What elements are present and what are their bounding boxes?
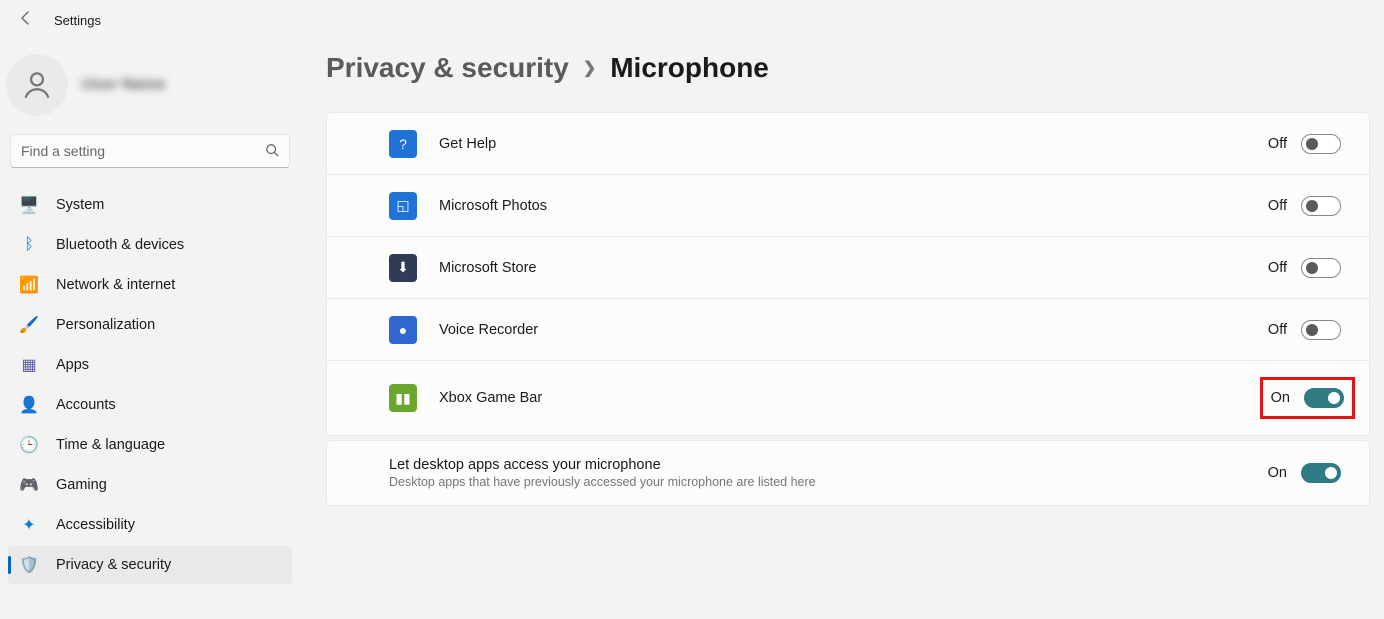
get-help-icon: ? [389,130,417,158]
breadcrumb-parent[interactable]: Privacy & security [326,52,569,84]
sidebar-item-accessibility[interactable]: ✦ Accessibility [8,506,292,544]
highlight-annotation: On [1260,377,1355,419]
toggle-state-label: On [1271,390,1290,406]
app-name: Get Help [439,136,1268,152]
network-internet-icon: 📶 [20,276,38,294]
user-name: User Name [82,76,166,94]
app-toggle[interactable] [1304,388,1344,408]
nav: 🖥️ System ᛒ Bluetooth & devices 📶 Network & i… [4,186,296,584]
arrow-left-icon [18,10,34,26]
accessibility-icon: ✦ [20,516,38,534]
avatar [6,54,68,116]
sidebar-item-label: System [56,197,104,213]
app-toggle[interactable] [1301,320,1341,340]
desktop-apps-toggle[interactable] [1301,463,1341,483]
accounts-icon: 👤 [20,396,38,414]
app-row-xbox-game-bar: ▮▮ Xbox Game Bar On [327,361,1369,435]
microsoft-photos-icon: ◱ [389,192,417,220]
chevron-right-icon: ❯ [583,58,596,78]
sidebar-item-personalization[interactable]: 🖌️ Personalization [8,306,292,344]
bluetooth-devices-icon: ᛒ [20,236,38,254]
sidebar-item-label: Network & internet [56,277,175,293]
sidebar-item-label: Privacy & security [56,557,171,573]
sidebar-item-label: Accessibility [56,517,135,533]
sidebar-item-bluetooth-devices[interactable]: ᛒ Bluetooth & devices [8,226,292,264]
app-list: ?Get HelpOff◱Microsoft PhotosOff⬇Microso… [326,112,1370,436]
app-row-voice-recorder: ● Voice RecorderOff [327,299,1369,361]
sidebar-item-accounts[interactable]: 👤 Accounts [8,386,292,424]
privacy-security-icon: 🛡️ [20,556,38,574]
sidebar-item-time-language[interactable]: 🕒 Time & language [8,426,292,464]
system-icon: 🖥️ [20,196,38,214]
app-toggle[interactable] [1301,196,1341,216]
toggle-state-label: Off [1268,198,1287,214]
search-box[interactable] [10,134,290,168]
voice-recorder-icon: ● [389,316,417,344]
app-name: Microsoft Photos [439,198,1268,214]
app-toggle[interactable] [1301,134,1341,154]
toggle-state-label: Off [1268,322,1287,338]
desktop-toggle-label: On [1268,465,1287,481]
time-language-icon: 🕒 [20,436,38,454]
sidebar-item-privacy-security[interactable]: 🛡️ Privacy & security [8,546,292,584]
sidebar-item-label: Time & language [56,437,165,453]
sidebar-item-label: Gaming [56,477,107,493]
apps-icon: ▦ [20,356,38,374]
app-name: Voice Recorder [439,322,1268,338]
personalization-icon: 🖌️ [20,316,38,334]
app-toggle[interactable] [1301,258,1341,278]
back-button[interactable] [18,10,34,31]
app-name: Microsoft Store [439,260,1268,276]
sidebar-item-network-internet[interactable]: 📶 Network & internet [8,266,292,304]
gaming-icon: 🎮 [20,476,38,494]
sidebar-item-apps[interactable]: ▦ Apps [8,346,292,384]
desktop-apps-row: Let desktop apps access your microphone … [326,440,1370,506]
app-name: Xbox Game Bar [439,390,1260,406]
desktop-apps-subtitle: Desktop apps that have previously access… [389,475,1268,489]
app-row-get-help: ? Get HelpOff [327,113,1369,175]
page-title: Microphone [610,52,769,84]
app-row-microsoft-store: ⬇ Microsoft StoreOff [327,237,1369,299]
person-icon [20,68,54,102]
sidebar-item-system[interactable]: 🖥️ System [8,186,292,224]
breadcrumb: Privacy & security ❯ Microphone [326,52,1370,84]
window-title: Settings [54,13,101,28]
sidebar-item-label: Apps [56,357,89,373]
xbox-game-bar-icon: ▮▮ [389,384,417,412]
search-icon [265,143,279,160]
user-block[interactable]: User Name [4,48,296,134]
sidebar-item-label: Accounts [56,397,116,413]
sidebar-item-label: Personalization [56,317,155,333]
app-row-microsoft-photos: ◱ Microsoft PhotosOff [327,175,1369,237]
toggle-state-label: Off [1268,136,1287,152]
sidebar: User Name 🖥️ System ᛒ Bluetooth & devices 📶 N… [0,40,300,619]
main-content: Privacy & security ❯ Microphone ? Get Hel… [300,40,1384,619]
sidebar-item-label: Bluetooth & devices [56,237,184,253]
search-input[interactable] [21,143,265,159]
desktop-apps-title: Let desktop apps access your microphone [389,457,1268,473]
toggle-state-label: Off [1268,260,1287,276]
sidebar-item-gaming[interactable]: 🎮 Gaming [8,466,292,504]
microsoft-store-icon: ⬇ [389,254,417,282]
